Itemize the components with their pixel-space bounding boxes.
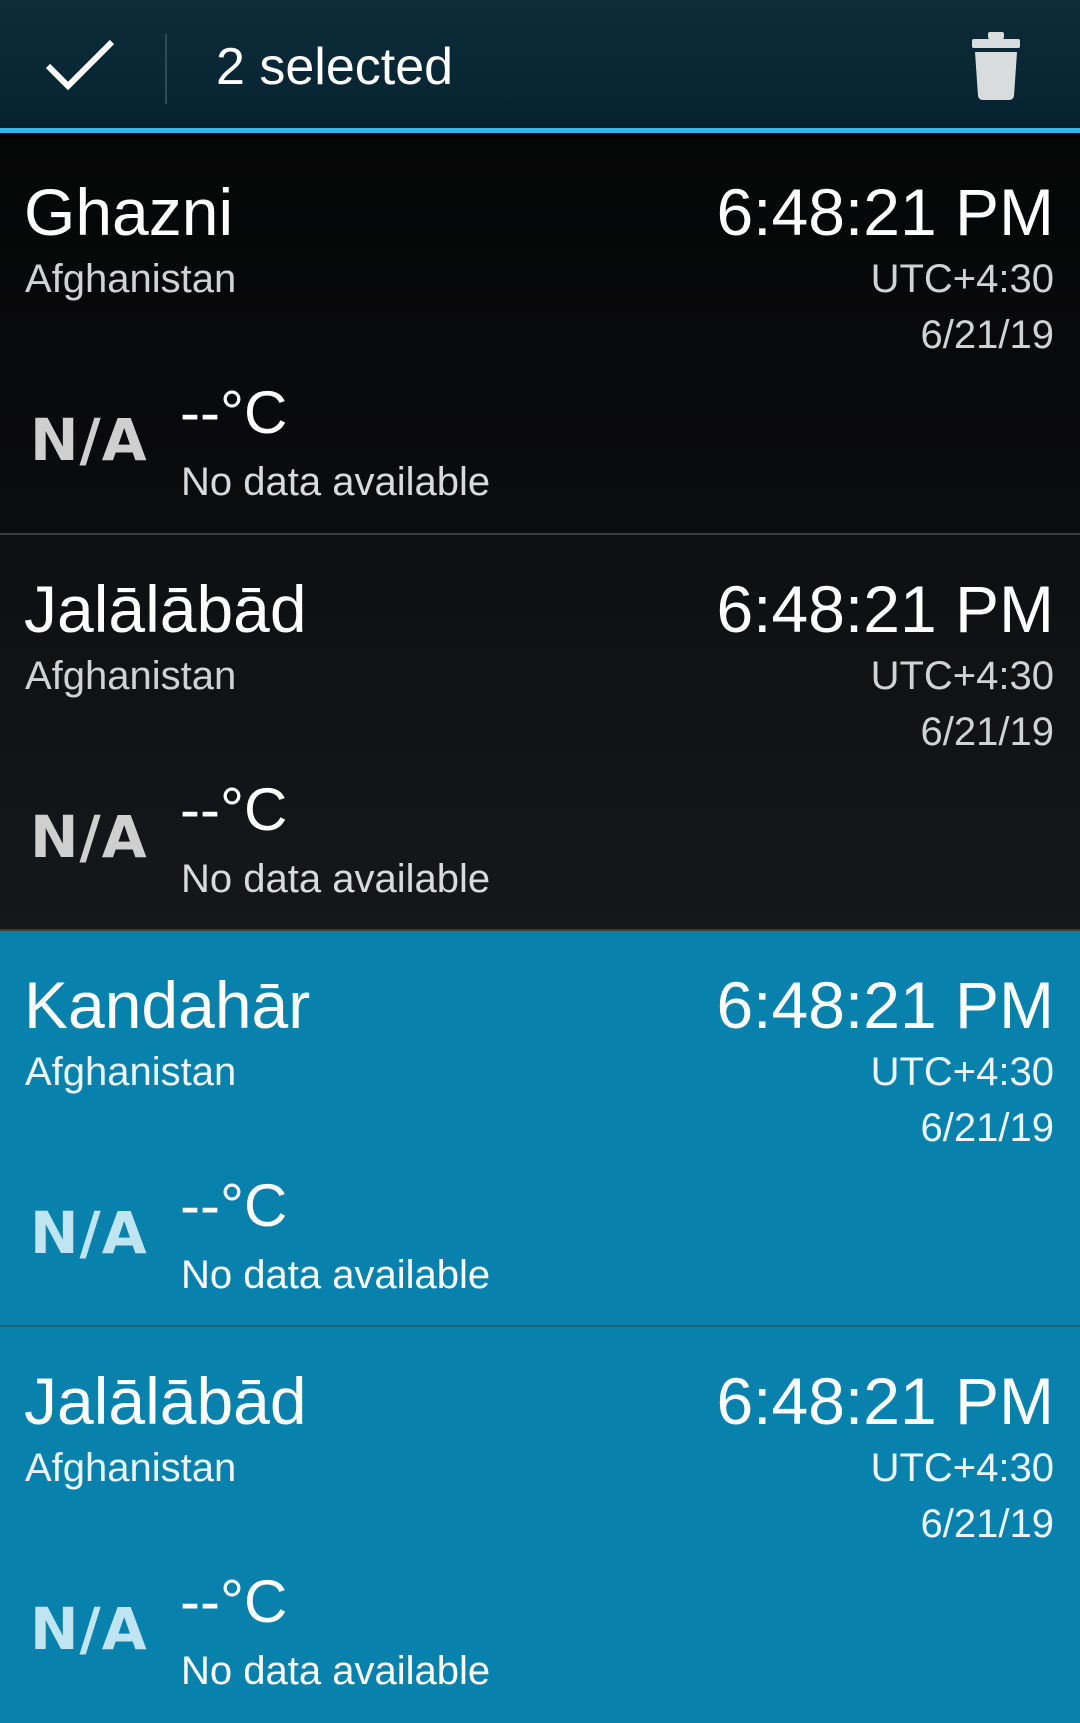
local-time: 6:48:21 PM: [716, 1364, 1054, 1438]
local-time: 6:48:21 PM: [716, 572, 1054, 646]
selection-count: 2 selected: [216, 38, 454, 96]
local-date: 6/21/19: [920, 1502, 1054, 1546]
weather-condition: No data available: [181, 857, 491, 901]
city-row-jalalabad-selected[interactable]: Jalālābād Afghanistan 6:48:21 PM UTC+4:3…: [0, 1327, 1080, 1723]
action-bar-accent-line: [0, 128, 1080, 133]
city-name: Jalālābād: [24, 1364, 307, 1438]
delete-button[interactable]: [950, 20, 1042, 112]
city-name: Jalālābād: [24, 572, 307, 646]
local-date: 6/21/19: [920, 710, 1054, 754]
city-row-ghazni[interactable]: Ghazni Afghanistan 6:48:21 PM UTC+4:30 6…: [0, 138, 1080, 535]
city-row-kandahar-selected[interactable]: Kandahār Afghanistan 6:48:21 PM UTC+4:30…: [0, 931, 1080, 1327]
action-bar-divider: [165, 34, 167, 104]
local-time: 6:48:21 PM: [716, 968, 1054, 1042]
contextual-action-bar: 2 selected: [0, 0, 1080, 133]
weather-condition: No data available: [181, 1649, 491, 1693]
checkmark-icon: [45, 39, 115, 91]
local-time: 6:48:21 PM: [716, 175, 1054, 249]
city-row-jalalabad[interactable]: Jalālābād Afghanistan 6:48:21 PM UTC+4:3…: [0, 535, 1080, 931]
temperature: --°C: [180, 1172, 288, 1239]
country-name: Afghanistan: [25, 1446, 237, 1490]
weather-condition: No data available: [181, 1253, 491, 1297]
weather-unavailable-icon: N/A: [30, 1595, 148, 1663]
city-name: Kandahār: [24, 968, 311, 1042]
utc-offset: UTC+4:30: [870, 654, 1054, 698]
city-clock-list: Ghazni Afghanistan 6:48:21 PM UTC+4:30 6…: [0, 138, 1080, 1723]
local-date: 6/21/19: [920, 313, 1054, 357]
weather-unavailable-icon: N/A: [30, 406, 148, 474]
country-name: Afghanistan: [25, 1050, 237, 1094]
weather-condition: No data available: [181, 460, 491, 504]
done-button[interactable]: [0, 0, 160, 128]
country-name: Afghanistan: [25, 257, 237, 301]
temperature: --°C: [180, 379, 288, 446]
weather-unavailable-icon: N/A: [30, 1199, 148, 1267]
utc-offset: UTC+4:30: [870, 257, 1054, 301]
temperature: --°C: [180, 1568, 288, 1635]
utc-offset: UTC+4:30: [870, 1446, 1054, 1490]
city-name: Ghazni: [24, 175, 234, 249]
temperature: --°C: [180, 776, 288, 843]
utc-offset: UTC+4:30: [870, 1050, 1054, 1094]
local-date: 6/21/19: [920, 1106, 1054, 1150]
weather-unavailable-icon: N/A: [30, 803, 148, 871]
country-name: Afghanistan: [25, 654, 237, 698]
trash-icon: [972, 32, 1020, 100]
